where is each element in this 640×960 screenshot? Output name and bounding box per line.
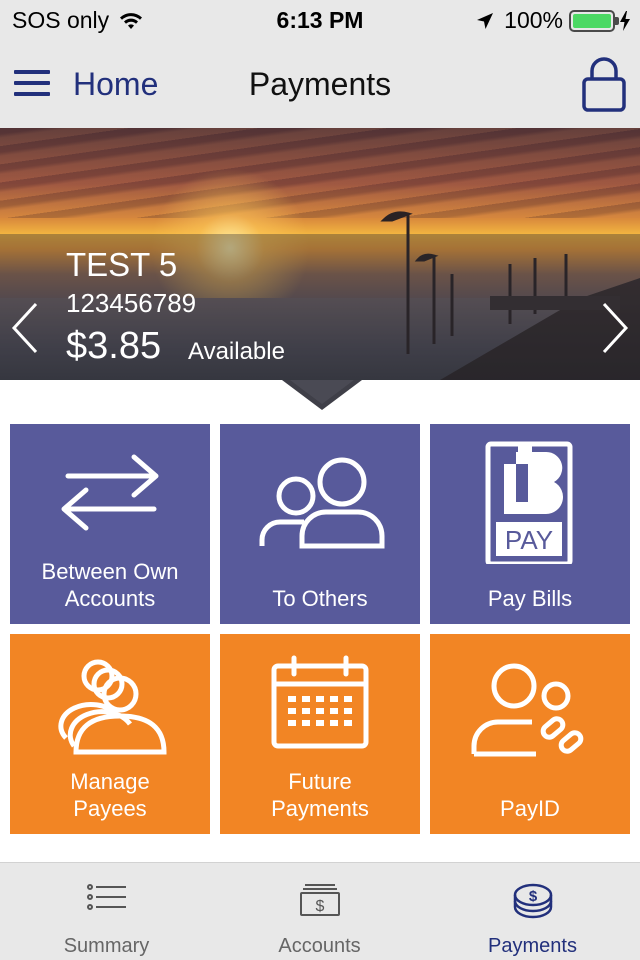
tile-label-line2: PayID xyxy=(500,796,560,821)
payees-group-icon xyxy=(58,659,167,755)
location-arrow-icon xyxy=(477,12,494,29)
account-name: TEST 5 xyxy=(66,246,178,283)
dollar-stack-icon: $ xyxy=(300,884,340,916)
tab-summary[interactable]: Summary xyxy=(0,863,213,960)
available-label: Available xyxy=(188,338,285,365)
battery-fill xyxy=(573,13,611,28)
tile-label-line2: Accounts xyxy=(64,586,156,611)
coins-icon: $ xyxy=(513,883,553,919)
payid-link-icon xyxy=(471,663,584,757)
transfer-arrows-icon xyxy=(61,454,159,531)
bpay-text: PAY xyxy=(505,525,553,555)
page-title: Payments xyxy=(248,66,392,102)
list-icon xyxy=(87,884,126,910)
tile-label-line1: Manage xyxy=(70,769,150,794)
tab-accounts[interactable]: $ Accounts xyxy=(213,863,426,960)
status-bar: SOS only 6:13 PM 100% xyxy=(0,0,640,40)
calendar-icon xyxy=(271,655,369,749)
manage-payees-tile[interactable]: Manage Payees xyxy=(10,634,210,834)
people-icon xyxy=(259,457,385,549)
tab-label: Summary xyxy=(63,935,150,957)
tile-label-line2: Payees xyxy=(73,796,147,821)
tab-bar: Summary $ Accounts $ Payments xyxy=(0,862,640,960)
tab-payments[interactable]: $ Payments xyxy=(426,863,639,960)
tile-label-line1: Between Own xyxy=(41,559,179,584)
chevron-left-icon[interactable] xyxy=(8,300,44,356)
nav-bar: Home Payments xyxy=(0,40,640,128)
account-balance: $3.85 xyxy=(66,325,162,367)
chevron-right-icon[interactable] xyxy=(596,300,632,356)
charging-bolt-icon xyxy=(620,10,630,31)
battery-percent: 100% xyxy=(504,7,563,33)
status-right: 100% xyxy=(476,7,630,34)
to-others-tile[interactable]: To Others xyxy=(220,424,420,624)
tab-label: Accounts xyxy=(278,935,361,957)
payid-tile[interactable]: PayID xyxy=(430,634,630,834)
between-own-accounts-tile[interactable]: Between Own Accounts xyxy=(10,424,210,624)
bpay-icon: PAY xyxy=(485,441,573,564)
account-carousel[interactable]: TEST 5 123456789 $3.85 Available xyxy=(0,128,640,380)
svg-text:$: $ xyxy=(529,888,538,905)
tile-label-line2: Pay Bills xyxy=(487,586,573,611)
account-number: 123456789 xyxy=(66,288,197,318)
future-payments-tile[interactable]: Future Payments xyxy=(220,634,420,834)
battery-icon xyxy=(569,9,619,32)
selection-pointer xyxy=(282,380,362,410)
tile-label-line2: To Others xyxy=(272,586,368,611)
svg-text:$: $ xyxy=(316,898,325,915)
tile-label-line2: Payments xyxy=(271,796,369,821)
tab-label: Payments xyxy=(488,935,577,957)
lock-icon[interactable] xyxy=(582,56,626,112)
tile-label-line1: Future xyxy=(288,769,352,794)
pay-bills-tile[interactable]: PAY Pay Bills xyxy=(430,424,630,624)
